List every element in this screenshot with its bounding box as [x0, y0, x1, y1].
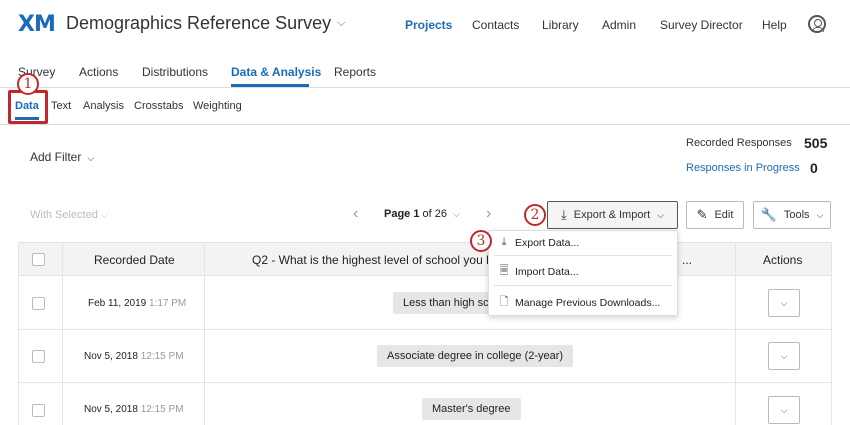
subtab-crosstabs[interactable]: Crosstabs: [134, 100, 184, 112]
with-selected-label: With Selected: [30, 209, 98, 221]
tab-actions[interactable]: Actions: [79, 65, 118, 79]
user-account-icon[interactable]: [808, 15, 826, 33]
survey-title: Demographics Reference Survey: [66, 13, 332, 33]
chevron-down-icon: ⌵: [657, 209, 664, 220]
annotation-step-1: 1: [17, 73, 39, 95]
download-icon: ⤓: [501, 236, 507, 248]
annotation-step-2: 2: [524, 204, 546, 226]
table-border: [831, 242, 832, 425]
tab-reports[interactable]: Reports: [334, 65, 376, 79]
table-border: [62, 242, 63, 425]
nav-contacts[interactable]: Contacts: [472, 18, 519, 32]
wrench-icon: 🔧: [760, 207, 777, 222]
nav-survey-director[interactable]: Survey Director: [660, 18, 743, 32]
column-header-ellipsis: ...: [682, 253, 693, 267]
nav-projects[interactable]: Projects: [405, 18, 452, 32]
annotation-step-3: 3: [470, 230, 492, 252]
menu-separator: [494, 255, 672, 256]
responses-in-progress-count: 0: [810, 160, 818, 176]
tools-button[interactable]: 🔧 Tools ⌵: [753, 201, 831, 229]
edit-label: Edit: [714, 209, 734, 221]
menu-item-label: Export Data...: [515, 236, 580, 249]
answer-cell: Associate degree in college (2-year): [377, 345, 574, 367]
pencil-icon: ✎: [696, 207, 708, 222]
tab-distributions[interactable]: Distributions: [142, 65, 208, 79]
chevron-down-icon: ⌵: [453, 209, 460, 219]
column-header-recorded-date[interactable]: Recorded Date: [94, 253, 175, 267]
recorded-date: Nov 5, 2018 12:15 PM: [84, 351, 184, 362]
select-all-checkbox[interactable]: [32, 253, 45, 266]
tools-label: Tools: [783, 209, 810, 221]
table-border: [18, 242, 19, 425]
survey-title-dropdown[interactable]: Demographics Reference Survey ⌵: [66, 13, 345, 34]
chevron-down-icon: ⌵: [100, 210, 108, 220]
export-import-button[interactable]: ⤓ Export & Import ⌵: [547, 201, 678, 229]
nav-admin[interactable]: Admin: [602, 18, 636, 32]
row-actions-dropdown[interactable]: ⌵: [768, 289, 800, 317]
subtab-text[interactable]: Text: [51, 100, 71, 112]
page-selector[interactable]: Page 1 of 26 ⌵: [384, 208, 460, 220]
row-divider: [18, 329, 831, 330]
chevron-down-icon: ⌵: [780, 298, 788, 308]
divider: [0, 87, 850, 88]
nav-library[interactable]: Library: [542, 18, 579, 32]
chevron-down-icon: ⌵: [337, 17, 346, 29]
edit-button[interactable]: ✎ Edit: [686, 201, 744, 229]
previous-page-icon[interactable]: ‹: [353, 205, 358, 223]
menu-separator: [494, 285, 672, 286]
add-filter-button[interactable]: Add Filter ⌵: [30, 150, 94, 164]
divider: [0, 124, 850, 125]
menu-item-manage-downloads[interactable]: 🗋 Manage Previous Downloads...: [498, 293, 661, 312]
answer-cell: Master's degree: [422, 398, 521, 420]
annotation-highlight-box: [8, 90, 48, 124]
page-total: of 26: [422, 208, 447, 220]
tab-data-analysis[interactable]: Data & Analysis: [231, 65, 321, 79]
responses-in-progress-link[interactable]: Responses in Progress: [686, 162, 800, 174]
row-actions-dropdown[interactable]: ⌵: [768, 396, 800, 424]
table-border: [204, 242, 205, 425]
export-import-label: Export & Import: [573, 209, 651, 221]
recorded-responses-count: 505: [804, 135, 828, 151]
row-checkbox[interactable]: [32, 404, 45, 417]
xm-logo[interactable]: XM: [18, 12, 56, 37]
documents-icon: 🗋: [499, 296, 509, 308]
add-filter-label: Add Filter: [30, 150, 82, 164]
column-header-q2[interactable]: Q2 - What is the highest level of school…: [252, 253, 493, 267]
with-selected-dropdown[interactable]: With Selected ⌵: [30, 209, 108, 221]
row-divider: [18, 382, 831, 383]
file-import-icon: 🗏: [499, 265, 509, 277]
row-checkbox[interactable]: [32, 297, 45, 310]
chevron-down-icon: ⌵: [780, 351, 788, 361]
menu-item-export-data[interactable]: ⤓ Export Data...: [498, 236, 580, 249]
chevron-down-icon: ⌵: [87, 153, 95, 163]
column-header-actions: Actions: [763, 253, 803, 267]
subtab-analysis[interactable]: Analysis: [83, 100, 124, 112]
subtab-weighting[interactable]: Weighting: [193, 100, 242, 112]
chevron-down-icon: ⌵: [816, 209, 824, 220]
recorded-date: Nov 5, 2018 12:15 PM: [84, 404, 184, 415]
table-border: [735, 242, 736, 425]
current-page: Page 1: [384, 208, 420, 220]
recorded-responses-label: Recorded Responses: [686, 137, 792, 149]
download-icon: ⤓: [561, 207, 567, 222]
next-page-icon[interactable]: ›: [486, 205, 491, 223]
row-actions-dropdown[interactable]: ⌵: [768, 342, 800, 370]
row-checkbox[interactable]: [32, 350, 45, 363]
menu-item-import-data[interactable]: 🗏 Import Data...: [498, 262, 579, 281]
chevron-down-icon: ⌵: [780, 405, 788, 415]
menu-item-label: Manage Previous Downloads...: [515, 296, 661, 309]
menu-item-label: Import Data...: [515, 265, 579, 278]
nav-help[interactable]: Help: [762, 18, 787, 32]
recorded-date: Feb 11, 2019 1:17 PM: [88, 298, 187, 309]
